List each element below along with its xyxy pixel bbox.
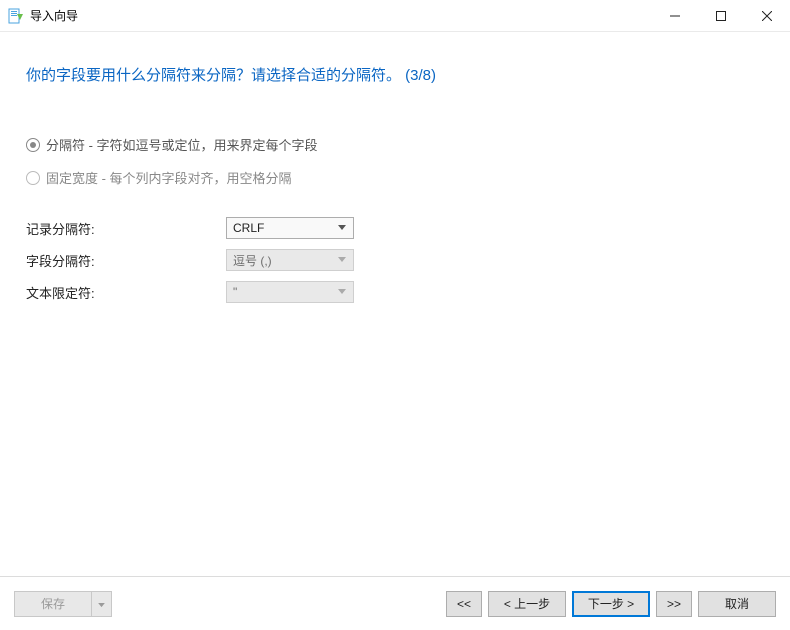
label-text-qualifier: 文本限定符:	[26, 283, 226, 302]
select-value: 逗号 (,)	[233, 252, 333, 269]
radio-delimited-label: 分隔符 - 字符如逗号或定位，用来界定每个字段	[46, 135, 318, 154]
close-button[interactable]	[744, 0, 790, 31]
select-record-separator[interactable]: CRLF	[226, 217, 354, 239]
row-record-separator: 记录分隔符: CRLF	[26, 217, 764, 239]
row-text-qualifier: 文本限定符: "	[26, 281, 764, 303]
wizard-footer: 保存 << < 上一步 下一步 > >> 取消	[0, 576, 790, 630]
delimiter-mode-group: 分隔符 - 字符如逗号或定位，用来界定每个字段 固定宽度 - 每个列内字段对齐，…	[26, 135, 764, 187]
select-value: CRLF	[233, 221, 333, 235]
label-field-separator: 字段分隔符:	[26, 251, 226, 270]
wizard-content: 你的字段要用什么分隔符来分隔？请选择合适的分隔符。 (3/8) 分隔符 - 字符…	[0, 32, 790, 576]
radio-fixed-label: 固定宽度 - 每个列内字段对齐，用空格分隔	[46, 168, 292, 187]
radio-indicator-icon	[26, 138, 40, 152]
app-icon	[8, 8, 24, 24]
back-button[interactable]: < 上一步	[488, 591, 566, 617]
radio-indicator-icon	[26, 171, 40, 185]
maximize-button[interactable]	[698, 0, 744, 31]
save-button-group: 保存	[14, 591, 112, 617]
row-field-separator: 字段分隔符: 逗号 (,)	[26, 249, 764, 271]
window-title: 导入向导	[30, 7, 78, 24]
chevron-down-icon	[333, 289, 351, 295]
last-page-button[interactable]: >>	[656, 591, 692, 617]
minimize-button[interactable]	[652, 0, 698, 31]
titlebar: 导入向导	[0, 0, 790, 32]
select-field-separator: 逗号 (,)	[226, 249, 354, 271]
next-button[interactable]: 下一步 >	[572, 591, 650, 617]
radio-delimited[interactable]: 分隔符 - 字符如逗号或定位，用来界定每个字段	[26, 135, 764, 154]
separator-settings: 记录分隔符: CRLF 字段分隔符: 逗号 (,) 文本限定符: "	[26, 217, 764, 303]
save-dropdown-button[interactable]	[92, 591, 112, 617]
select-value: "	[233, 285, 333, 299]
chevron-down-icon	[333, 257, 351, 263]
chevron-down-icon	[98, 597, 105, 611]
chevron-down-icon	[333, 225, 351, 231]
label-record-separator: 记录分隔符:	[26, 219, 226, 238]
first-page-button[interactable]: <<	[446, 591, 482, 617]
window-controls	[652, 0, 790, 31]
radio-fixed-width[interactable]: 固定宽度 - 每个列内字段对齐，用空格分隔	[26, 168, 764, 187]
select-text-qualifier: "	[226, 281, 354, 303]
wizard-heading: 你的字段要用什么分隔符来分隔？请选择合适的分隔符。 (3/8)	[26, 64, 764, 85]
cancel-button[interactable]: 取消	[698, 591, 776, 617]
save-button[interactable]: 保存	[14, 591, 92, 617]
